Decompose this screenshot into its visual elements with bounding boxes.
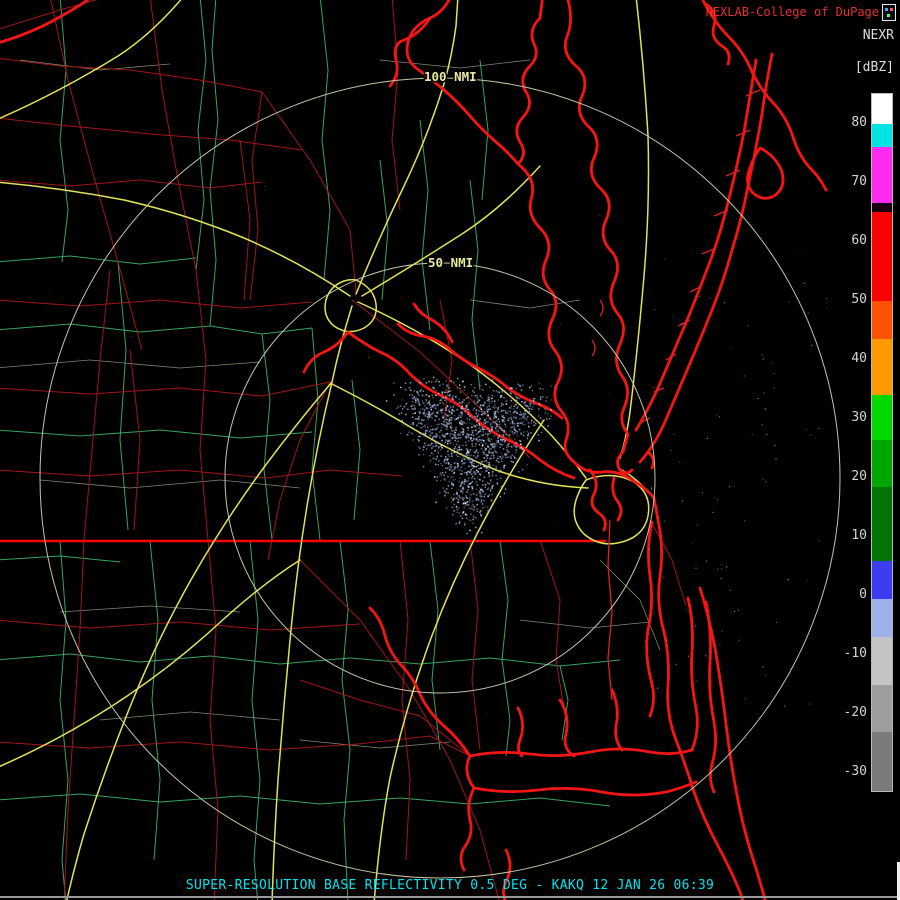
colorbar-segment — [872, 637, 892, 685]
range-ring-label: 50 NMI — [428, 255, 473, 270]
colorbar-tick-label: -30 — [843, 764, 867, 780]
colorbar-segment — [872, 123, 892, 148]
colorbar-units: [dBZ] — [854, 60, 894, 75]
radar-map: 50 NMI 100 NMI — [0, 0, 900, 900]
range-rings — [39, 77, 841, 879]
colorbar-segment — [872, 147, 892, 204]
colorbar-tick-label: 20 — [851, 468, 867, 484]
broken-image-icon — [882, 4, 896, 21]
window-frame-line — [0, 896, 900, 898]
colorbar-segment — [872, 339, 892, 396]
site-credit: NEXLAB-College of DuPage — [706, 5, 879, 19]
colorbar-tick-label: -20 — [843, 705, 867, 721]
colorbar-segment — [872, 94, 892, 124]
colorbar-segment — [872, 395, 892, 440]
colorbar-segment — [872, 598, 892, 638]
colorbar-title: NEXR — [862, 28, 894, 43]
colorbar-tick-label: 80 — [851, 114, 867, 130]
colorbar-tick-label: 30 — [851, 409, 867, 425]
colorbar-segment — [872, 300, 892, 340]
coastlines — [0, 0, 828, 900]
colorbar-segment — [872, 560, 892, 599]
colorbar-tick-label: -10 — [843, 646, 867, 662]
colorbar-tick-label: 70 — [851, 173, 867, 189]
highways — [0, 0, 650, 900]
colorbar-tick-label: 10 — [851, 528, 867, 543]
site-credit-text: NEXLAB-College of DuPage — [705, 5, 879, 19]
radar-viewer: 50 NMI 100 NMI NEXLAB-College of DuPage N… — [0, 0, 900, 900]
range-ring-label: 100 NMI — [424, 69, 477, 84]
colorbar-segment — [872, 203, 892, 213]
colorbar-segment — [872, 731, 892, 791]
colorbar-segment — [872, 212, 892, 301]
colorbar-segment — [872, 439, 892, 487]
colorbar-tick-label: 0 — [859, 587, 867, 603]
product-title: SUPER-RESOLUTION BASE REFLECTIVITY 0.5 D… — [185, 878, 715, 893]
county-lines-pale — [0, 59, 661, 749]
colorbar-segment — [872, 684, 892, 732]
secondary-roads — [0, 0, 687, 900]
colorbar-tick-label: 50 — [851, 291, 867, 307]
colorbar-segment — [872, 486, 892, 561]
colorbar-tick-label: 60 — [851, 232, 867, 248]
colorbar-tick-label: 40 — [851, 350, 867, 366]
colorbar — [871, 93, 893, 792]
